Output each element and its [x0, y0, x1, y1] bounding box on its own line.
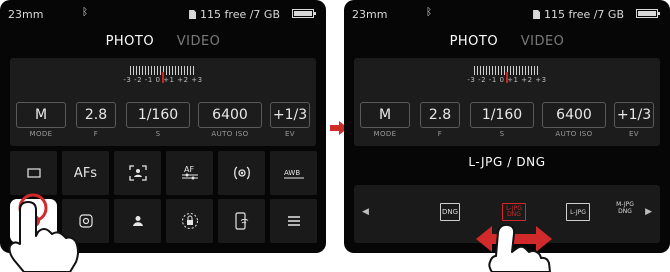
param-shutter-value: 1/160 — [470, 102, 534, 128]
chevron-right-icon[interactable]: ▶ — [645, 207, 652, 217]
lock-button[interactable] — [166, 199, 213, 243]
info-profile-icon — [78, 214, 93, 228]
drive-mode-button[interactable] — [10, 151, 57, 195]
format-option-ljpg[interactable]: L-JPG — [566, 203, 590, 221]
param-shutter-label: S — [499, 130, 505, 138]
file-format-title: L-JPG / DNG — [468, 155, 546, 169]
param-mode[interactable]: M MODE — [360, 102, 410, 144]
af-mode-button[interactable]: AFs — [62, 151, 109, 195]
param-shutter-label: S — [155, 130, 161, 138]
status-bar: 23mm ᛒ 115 free /7 GB — [0, 0, 326, 26]
param-shutter[interactable]: 1/160 S — [126, 102, 190, 144]
param-aperture[interactable]: 2.8 F — [420, 102, 460, 144]
af-field-button[interactable] — [114, 151, 161, 195]
param-ev[interactable]: +1/3 EV — [270, 102, 310, 144]
capture-mode-switch: PHOTO VIDEO — [0, 34, 326, 49]
exposure-params: M MODE 2.8 F 1/160 S 6400 AUTO ISO +1/3 EV — [360, 102, 654, 144]
param-iso-value: 6400 — [542, 102, 606, 128]
param-mode-value: M — [16, 102, 66, 128]
param-iso-label: AUTO ISO — [555, 130, 593, 138]
mode-video[interactable]: VIDEO — [521, 34, 565, 49]
bluetooth-icon: ᛒ — [426, 7, 432, 18]
user-profile-icon — [132, 216, 143, 226]
drive-mode-icon — [26, 168, 41, 178]
focal-length: 23mm — [352, 8, 388, 21]
param-mode[interactable]: M MODE — [16, 102, 66, 144]
format-option-ljpg-dng-label: L-JPG DNG — [506, 205, 522, 218]
af-mode-text: AFs — [73, 165, 98, 181]
param-mode-label: MODE — [373, 130, 397, 138]
quick-menu-grid: AFs AF AWB — [10, 151, 317, 247]
param-aperture-label: F — [437, 130, 443, 138]
capture-mode-switch: PHOTO VIDEO — [344, 34, 670, 49]
exposure-zero-mark — [162, 72, 164, 83]
format-option-ljpg-dng[interactable]: L-JPG DNG — [502, 203, 526, 221]
param-ev-label: EV — [284, 130, 295, 138]
white-balance-text: AWB — [284, 169, 300, 177]
camera-screen-format: 23mm ᛒ 115 free /7 GB PHOTO VIDEO -3 -2 … — [344, 0, 670, 253]
info-profile-button[interactable] — [62, 199, 109, 243]
sd-card-icon — [533, 10, 541, 19]
white-balance-icon: AWB — [283, 169, 304, 179]
wifi-phone-button[interactable] — [218, 199, 265, 243]
mode-photo[interactable]: PHOTO — [450, 34, 499, 49]
exposure-zero-mark — [506, 72, 508, 83]
file-format-selector[interactable]: ◀ DNG L-JPG DNG L-JPG M-JPG DNG ▶ — [354, 185, 660, 243]
param-ev[interactable]: +1/3 EV — [614, 102, 654, 144]
param-shutter[interactable]: 1/160 S — [470, 102, 534, 144]
metering-icon — [233, 166, 250, 180]
af-field-icon — [128, 165, 147, 181]
camera-screen-main: 23mm ᛒ 115 free /7 GB PHOTO VIDEO -3 -2 … — [0, 0, 326, 253]
white-balance-button[interactable]: AWB — [270, 151, 317, 195]
param-aperture-label: F — [93, 130, 99, 138]
param-ev-label: EV — [628, 130, 639, 138]
bluetooth-icon: ᛒ — [82, 7, 88, 18]
param-aperture[interactable]: 2.8 F — [76, 102, 116, 144]
metering-button[interactable] — [218, 151, 265, 195]
lock-icon — [181, 213, 198, 229]
mode-video[interactable]: VIDEO — [177, 34, 221, 49]
param-aperture-value: 2.8 — [76, 102, 116, 128]
focal-length: 23mm — [8, 8, 44, 21]
chevron-left-icon[interactable]: ◀ — [362, 207, 369, 217]
param-shutter-value: 1/160 — [126, 102, 190, 128]
menu-icon — [287, 216, 300, 226]
main-menu-button[interactable] — [270, 199, 317, 243]
storage-text: 115 free /7 GB — [200, 8, 280, 21]
status-bar: 23mm ᛒ 115 free /7 GB — [344, 0, 670, 26]
exposure-scale: -3 -2 -1 0 +1 +2 +3 — [10, 66, 316, 84]
exposure-panel: -3 -2 -1 0 +1 +2 +3 M MODE 2.8 F 1/160 S 64… — [354, 58, 660, 146]
wifi-phone-icon — [234, 212, 248, 230]
param-iso[interactable]: 6400 AUTO ISO — [198, 102, 262, 144]
exposure-panel: -3 -2 -1 0 +1 +2 +3 M MODE 2.8 F 1/160 S 64… — [10, 58, 316, 146]
param-mode-label: MODE — [29, 130, 53, 138]
param-ev-value: +1/3 — [270, 102, 310, 128]
storage-info: 115 free /7 GB — [189, 8, 280, 21]
sd-card-icon — [189, 10, 197, 19]
param-iso[interactable]: 6400 AUTO ISO — [542, 102, 606, 144]
exposure-scale: -3 -2 -1 0 +1 +2 +3 — [354, 66, 660, 84]
mode-photo[interactable]: PHOTO — [106, 34, 155, 49]
exposure-params: M MODE 2.8 F 1/160 S 6400 AUTO ISO +1/3 EV — [16, 102, 310, 144]
storage-text: 115 free /7 GB — [544, 8, 624, 21]
param-iso-label: AUTO ISO — [211, 130, 249, 138]
af-settings-icon: AF — [181, 165, 198, 180]
storage-info: 115 free /7 GB — [533, 8, 624, 21]
user-profile-button[interactable] — [114, 199, 161, 243]
param-iso-value: 6400 — [198, 102, 262, 128]
format-option-dng[interactable]: DNG — [440, 203, 460, 221]
file-format-icon — [27, 215, 40, 227]
battery-icon — [636, 9, 660, 18]
af-settings-button[interactable]: AF — [166, 151, 213, 195]
af-settings-text: AF — [184, 165, 194, 174]
format-option-mjpg-dng[interactable]: M-JPG DNG — [612, 201, 638, 215]
battery-icon — [292, 9, 316, 18]
param-aperture-value: 2.8 — [420, 102, 460, 128]
param-ev-value: +1/3 — [614, 102, 654, 128]
param-mode-value: M — [360, 102, 410, 128]
file-format-button[interactable] — [10, 199, 57, 243]
